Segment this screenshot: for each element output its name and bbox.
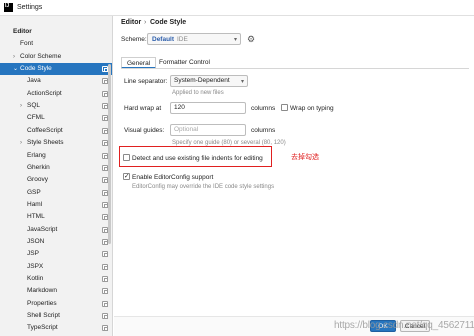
scheme-name: Default [152, 36, 175, 43]
sidebar-item-coffeescript[interactable]: CoffeeScript [0, 125, 112, 137]
chevron-down-icon: ▾ [240, 79, 244, 85]
sidebar-item-jspx[interactable]: JSPX [0, 261, 112, 273]
sidebar-item-haml[interactable]: Haml [0, 199, 112, 211]
editorconfig-checkbox[interactable] [123, 172, 130, 180]
sidebar-item-label: Java [27, 77, 41, 85]
sidebar-item-label: JavaScript [27, 225, 58, 233]
hard-wrap-label: Hard wrap at [124, 105, 162, 112]
scheme-scope: IDE [177, 36, 188, 43]
sidebar-item-typescript[interactable]: TypeScript [0, 322, 112, 334]
sidebar-item-label: Properties [27, 299, 57, 307]
settings-sidebar: Editor Font › Color Scheme ⌄ Code Style Java Ac… [0, 16, 113, 336]
breadcrumb-separator: › [144, 19, 147, 26]
breadcrumb-editor[interactable]: Editor [121, 19, 141, 26]
sidebar-item-gsp[interactable]: GSP [0, 187, 112, 199]
sidebar-item-label: TypeScript [27, 324, 58, 332]
editorconfig-hint: EditorConfig may override the IDE code s… [132, 184, 275, 190]
breadcrumb-code-style: Code Style [150, 19, 187, 26]
sidebar-item-label: ActionScript [27, 89, 62, 97]
sidebar-item-html[interactable]: HTML [0, 211, 112, 223]
intellij-app-icon: IJ [4, 3, 13, 12]
editorconfig-label[interactable]: Enable EditorConfig support [132, 174, 213, 181]
sidebar-item-label: Font [20, 40, 34, 48]
sidebar-item-label: Kotlin [27, 275, 44, 282]
scheme-label: Scheme: [121, 36, 147, 43]
sidebar-item-code-style[interactable]: ⌄ Code Style [0, 63, 112, 76]
sidebar-item-label: Erlang [27, 151, 46, 159]
sidebar-item-label: Haml [27, 200, 43, 208]
sidebar-item-sql[interactable]: › SQL [0, 100, 112, 112]
sidebar-item-label: Color Scheme [20, 52, 62, 60]
sidebar-item-label: CoffeeScript [27, 126, 63, 134]
line-separator-label: Line separator: [124, 78, 168, 85]
sidebar-item-font[interactable]: Font [0, 38, 112, 50]
sidebar-item-erlang[interactable]: Erlang [0, 150, 112, 162]
sidebar-item-label: JSPX [27, 262, 44, 270]
visual-guides-unit: columns [251, 127, 276, 134]
watermark: https://blog.csdn.net/qq_45627111 [334, 320, 474, 331]
sidebar-item-label: Gherkin [27, 163, 50, 171]
chevron-down-icon[interactable]: ⌄ [13, 63, 18, 75]
visual-guides-label: Visual guides: [124, 127, 165, 134]
chevron-right-icon[interactable]: › [20, 100, 22, 112]
sidebar-item-editor[interactable]: Editor [0, 26, 112, 38]
sidebar-item-color-scheme[interactable]: › Color Scheme [0, 51, 112, 63]
tabs-divider [121, 68, 469, 69]
sidebar-item-label: GSP [27, 188, 41, 196]
hard-wrap-input[interactable]: 120 [170, 102, 246, 114]
sidebar-item-label: JSON [27, 237, 45, 245]
annotation-note: 去掉勾选 [291, 154, 319, 161]
sidebar-item-gherkin[interactable]: Gherkin [0, 162, 112, 174]
hard-wrap-unit: columns [251, 105, 276, 112]
scheme-dropdown[interactable]: Default IDE ▾ [147, 33, 241, 45]
gear-icon[interactable]: ⚙ [247, 35, 255, 44]
sidebar-item-label: HTML [27, 213, 45, 221]
sidebar-item-label: SQL [27, 102, 41, 110]
wrap-on-typing-label[interactable]: Wrap on typing [290, 105, 334, 112]
sidebar-item-properties[interactable]: Properties [0, 298, 112, 310]
sidebar-item-jsp[interactable]: JSP [0, 248, 112, 260]
title-bar: IJ Settings [0, 0, 474, 16]
sidebar-item-java[interactable]: Java [0, 75, 112, 87]
sidebar-scrollbar-thumb[interactable] [108, 64, 111, 244]
sidebar-item-label: Shell Script [27, 312, 60, 320]
window-title: Settings [17, 4, 43, 11]
app-icon-glyph: IJ [5, 3, 10, 9]
sidebar-item-label: Code Style [20, 65, 52, 73]
sidebar-item-shell-script[interactable]: Shell Script [0, 310, 112, 322]
sidebar-item-groovy[interactable]: Groovy [0, 174, 112, 186]
chevron-down-icon: ▾ [233, 37, 237, 43]
chevron-right-icon[interactable]: › [20, 137, 22, 149]
sidebar-item-json[interactable]: JSON [0, 236, 112, 248]
sidebar-item-javascript[interactable]: JavaScript [0, 224, 112, 236]
sidebar-item-label: Style Sheets [27, 139, 64, 147]
line-separator-value: System-Dependent [174, 77, 230, 84]
visual-guides-input[interactable]: Optional [170, 124, 246, 136]
settings-main-panel: Editor › Code Style Scheme: Default IDE … [114, 16, 474, 336]
sidebar-item-actionscript[interactable]: ActionScript [0, 88, 112, 100]
annotation-highlight-box [119, 146, 272, 167]
sidebar-item-label: Groovy [27, 176, 48, 184]
sidebar-item-cfml[interactable]: CFML [0, 112, 112, 124]
sidebar-item-style-sheets[interactable]: › Style Sheets [0, 137, 112, 149]
sidebar-item-label: CFML [27, 114, 45, 122]
sidebar-item-kotlin[interactable]: Kotlin [0, 273, 112, 285]
line-separator-hint: Applied to new files [172, 90, 224, 96]
wrap-on-typing-checkbox[interactable] [281, 104, 288, 111]
sidebar-item-label: Markdown [27, 287, 57, 295]
sidebar-item-label: Editor [13, 28, 32, 35]
sidebar-item-label: JSP [27, 250, 39, 258]
line-separator-dropdown[interactable]: System-Dependent ▾ [170, 75, 248, 87]
sidebar-item-markdown[interactable]: Markdown [0, 285, 112, 297]
chevron-right-icon[interactable]: › [13, 51, 15, 63]
